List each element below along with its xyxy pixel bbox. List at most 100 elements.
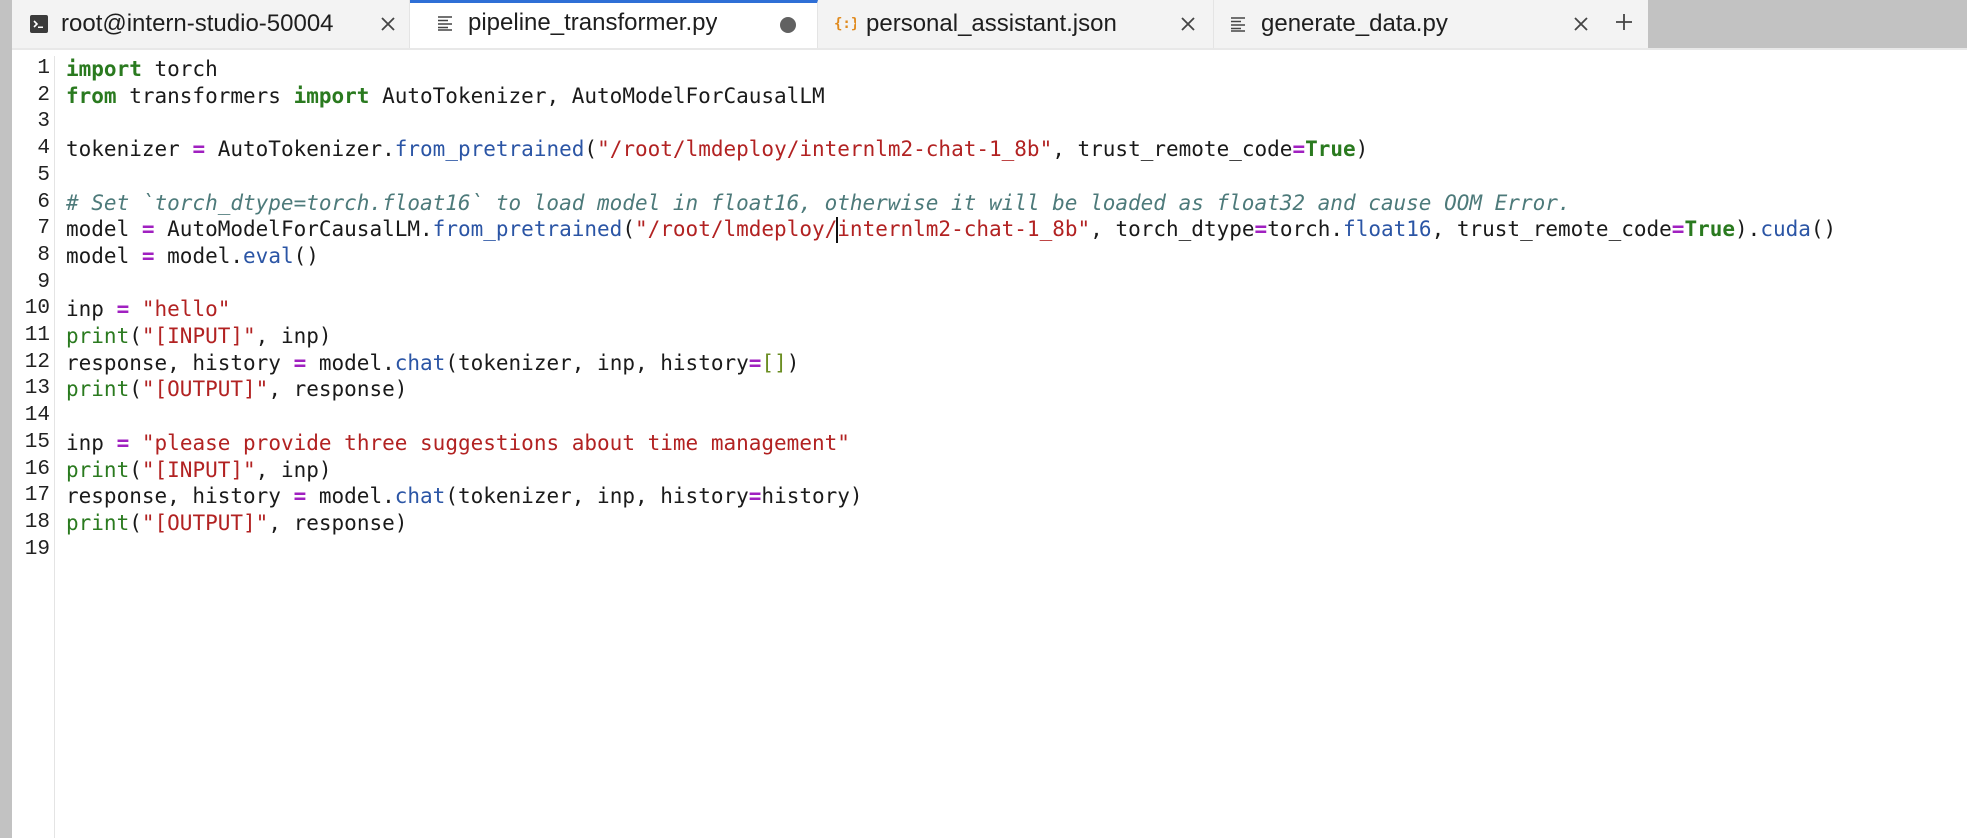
plus-icon — [1614, 12, 1634, 37]
line-number: 3 — [37, 110, 50, 134]
code-line[interactable]: print("[INPUT]", inp) — [66, 323, 332, 350]
line-number-gutter: 1 2 3 4 5 6 7 8 9 10 11 12 13 14 15 16 17 18 19 — [12, 56, 55, 838]
code-token: import — [66, 57, 142, 81]
code-token: "[OUTPUT]" — [141, 377, 269, 402]
code-line[interactable]: tokenizer = AutoTokenizer.from_pretraine… — [66, 136, 1368, 163]
line-number: 11 — [24, 324, 50, 347]
add-tab-button[interactable] — [1600, 0, 1648, 48]
line-number: 15 — [24, 430, 50, 454]
code-line[interactable]: import torch — [66, 56, 218, 83]
code-token: "hello" — [141, 297, 231, 322]
code-line[interactable]: inp = "hello" — [66, 296, 230, 323]
close-icon[interactable] — [1176, 12, 1200, 36]
code-line[interactable]: from transformers import AutoTokenizer, … — [66, 83, 825, 110]
line-number: 14 — [24, 404, 50, 428]
code-token: (tokenizer, inp, history — [445, 484, 749, 509]
close-icon[interactable] — [1569, 12, 1593, 36]
code-token: ) — [786, 350, 800, 375]
line-number: 17 — [24, 484, 50, 508]
code-token: True — [1305, 137, 1356, 162]
text-file-icon — [1230, 16, 1246, 32]
line-number: 4 — [37, 137, 50, 161]
code-token: = — [141, 217, 155, 242]
code-token: "[INPUT]" — [141, 457, 256, 482]
code-token: , trust_remote_code — [1431, 217, 1672, 242]
code-token: = — [1292, 137, 1306, 162]
code-token: = — [116, 430, 130, 455]
code-token: , trust_remote_code — [1052, 137, 1293, 162]
code-token: response, history — [66, 484, 294, 509]
code-token: ( — [622, 217, 635, 242]
code-token: ). — [1735, 217, 1761, 242]
code-token: import — [293, 83, 370, 108]
code-line[interactable]: print("[OUTPUT]", response) — [66, 376, 407, 403]
code-line[interactable]: response, history = model.chat(tokenizer… — [66, 350, 799, 377]
code-line[interactable]: response, history = model.chat(tokenizer… — [66, 483, 863, 510]
line-number: 5 — [37, 163, 50, 187]
terminal-icon — [30, 15, 48, 33]
code-line[interactable]: print("[INPUT]", inp) — [66, 457, 332, 484]
code-token: from — [66, 83, 117, 108]
code-token: from_pretrained — [394, 137, 585, 162]
code-editor[interactable]: import torch from transformers import Aut… — [54, 56, 1967, 838]
code-token: model. — [154, 243, 244, 268]
code-token: () — [293, 243, 319, 268]
code-token: chat — [394, 350, 446, 375]
code-token: print — [66, 457, 130, 482]
code-token: transformers — [116, 83, 294, 108]
code-token: "/root/lmdeploy/ — [634, 217, 838, 242]
close-icon[interactable] — [376, 12, 400, 36]
code-token: "[INPUT]" — [141, 324, 256, 348]
line-number: 2 — [37, 83, 50, 107]
code-line[interactable]: # Set `torch_dtype=torch.float16` to loa… — [66, 190, 1571, 217]
line-number: 8 — [37, 243, 50, 267]
line-number: 10 — [24, 297, 50, 321]
tab-pipeline-transformer[interactable]: pipeline_transformer.py — [410, 0, 818, 48]
code-token: ) — [1355, 137, 1369, 162]
code-token: response, history — [66, 350, 294, 375]
code-token: True — [1684, 217, 1736, 242]
code-token: = — [116, 297, 130, 322]
line-number: 18 — [24, 510, 50, 534]
tab-terminal[interactable]: root@intern-studio-50004 — [12, 0, 410, 48]
code-token: ( — [129, 510, 142, 535]
code-token: , torch_dtype — [1090, 217, 1255, 242]
code-token: AutoModelForCausalLM. — [154, 217, 433, 242]
code-token: ( — [129, 377, 142, 402]
code-token: ( — [584, 137, 598, 162]
code-token: = — [293, 484, 307, 509]
code-token: model. — [306, 484, 395, 509]
code-token: "[OUTPUT]" — [141, 510, 269, 535]
code-token: inp — [66, 297, 117, 322]
tab-personal-assistant[interactable]: {:} personal_assistant.json — [818, 0, 1214, 48]
json-file-icon: {:} — [834, 14, 856, 32]
tab-bar-divider — [12, 48, 1967, 50]
code-token: = — [1254, 217, 1268, 242]
code-token: = — [748, 484, 762, 509]
unsaved-dot-icon[interactable] — [780, 17, 796, 33]
code-token: () — [1810, 217, 1837, 242]
code-token: torch — [141, 57, 218, 81]
code-line[interactable]: model = model.eval() — [66, 243, 319, 270]
code-token: ( — [129, 324, 142, 348]
code-token: internlm2-chat-1_8b" — [837, 217, 1091, 242]
code-token: = — [141, 243, 155, 268]
code-token: , response) — [268, 510, 408, 535]
window-left-edge — [0, 0, 12, 838]
code-line[interactable]: inp = "please provide three suggestions … — [66, 430, 850, 457]
code-token: [] — [761, 350, 787, 375]
code-token: history) — [761, 484, 863, 509]
code-line[interactable]: print("[OUTPUT]", response) — [66, 510, 407, 537]
code-token: print — [66, 510, 130, 535]
tab-bar: root@intern-studio-50004 pipeline_transf… — [12, 0, 1967, 48]
code-token: , inp) — [255, 457, 332, 482]
code-token: model. — [306, 350, 395, 375]
line-number: 1 — [37, 57, 50, 80]
tab-label: pipeline_transformer.py — [468, 9, 718, 36]
code-line[interactable]: model = AutoModelForCausalLM.from_pretra… — [66, 216, 1837, 244]
tab-generate-data[interactable]: generate_data.py — [1214, 0, 1610, 48]
code-token: cuda — [1760, 217, 1811, 242]
code-token: eval — [243, 243, 294, 268]
tab-label: personal_assistant.json — [866, 10, 1117, 37]
